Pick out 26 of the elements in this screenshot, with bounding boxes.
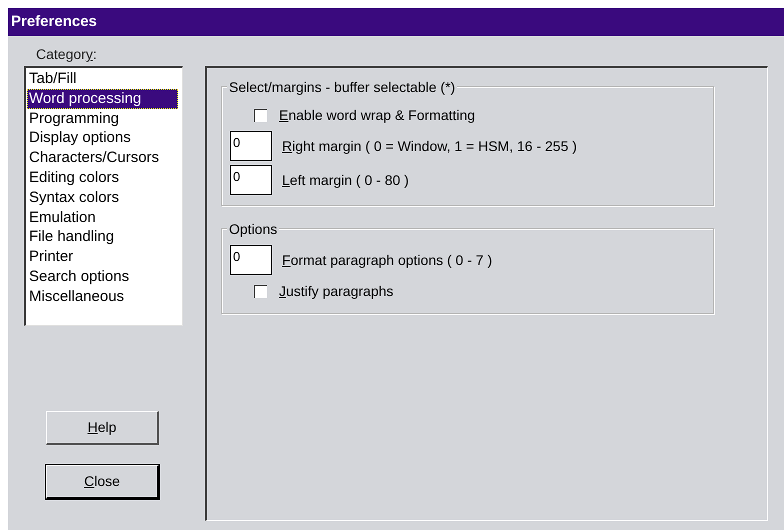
category-item[interactable]: Syntax colors <box>27 188 182 208</box>
checkbox[interactable] <box>254 284 267 298</box>
category-item[interactable]: Printer <box>27 247 182 267</box>
category-item[interactable]: Emulation <box>27 208 182 228</box>
category-label: Category: <box>36 45 98 62</box>
checkbox[interactable] <box>254 108 267 122</box>
category-item[interactable]: File handling <box>27 227 182 248</box>
number-field[interactable]: 0 <box>230 165 272 195</box>
dialog-button[interactable]: Help <box>46 411 159 445</box>
checkbox-label: Enable word wrap & Formatting <box>279 106 476 125</box>
category-item[interactable]: Word processing <box>27 88 178 109</box>
category-item[interactable]: Tab/Fill <box>27 69 182 89</box>
category-item[interactable]: Characters/Cursors <box>27 148 182 168</box>
number-field[interactable]: 0 <box>230 245 272 275</box>
category-item[interactable]: Display options <box>27 128 182 148</box>
dialog-button[interactable]: Close <box>46 465 159 499</box>
field-label: Right margin ( 0 = Window, 1 = HSM, 16 - 255 ) <box>282 136 577 156</box>
number-field[interactable]: 0 <box>230 131 272 161</box>
field-label: Format paragraph options ( 0 - 7 ) <box>282 250 492 270</box>
category-item[interactable]: Search options <box>27 266 182 287</box>
category-item[interactable]: Programming <box>27 108 182 128</box>
field-label: Left margin ( 0 - 80 ) <box>282 170 409 190</box>
window-title: Preferences <box>11 12 97 32</box>
checkbox-label: Justify paragraphs <box>279 282 394 301</box>
category-item[interactable]: Miscellaneous <box>27 286 182 307</box>
category-item[interactable]: Editing colors <box>27 168 182 188</box>
